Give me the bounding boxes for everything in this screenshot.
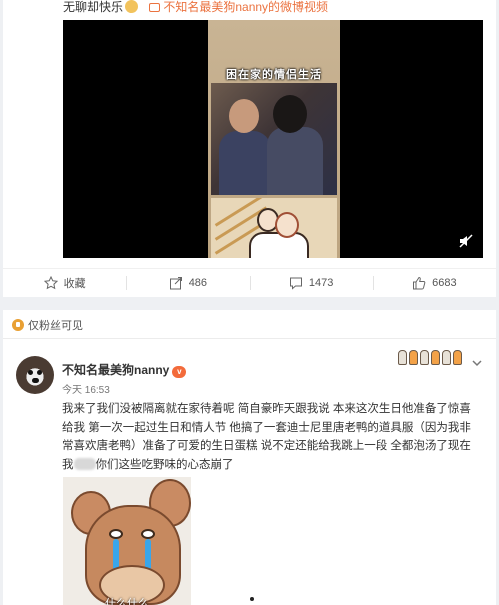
favorite-label: 收藏 [63, 277, 86, 290]
couple-illustration [211, 198, 337, 258]
post-timestamp[interactable]: 今天 16:53 [62, 381, 110, 396]
blurred-text [73, 457, 96, 470]
paw-icon [409, 350, 418, 365]
username-line: 不知名最美狗nanny v [62, 361, 187, 378]
top-post-text-line: 无聊却快乐 不知名最美狗nanny的微博视频 [63, 0, 328, 15]
paw-icon [453, 350, 462, 365]
video-player[interactable]: 困在家的情侣生活 [63, 20, 483, 258]
repost-count: 486 [188, 276, 208, 289]
avatar[interactable] [16, 356, 54, 394]
paw-icon [442, 350, 451, 365]
video-link-label: 不知名最美狗nanny的微博视频 [163, 0, 329, 14]
repost-icon [169, 276, 182, 289]
like-count: 6683 [432, 276, 457, 289]
paw-icon [420, 350, 429, 365]
decorative-paws [398, 350, 462, 365]
mute-icon[interactable] [459, 234, 473, 248]
repost-button[interactable]: 486 [126, 269, 249, 296]
second-post-card: 仅粉丝可见 不知名最美狗nanny v 今天 16:53 我来了我们没被隔离就在家… [3, 310, 496, 605]
like-button[interactable]: 6683 [372, 269, 496, 296]
paw-icon [398, 350, 407, 365]
video-frame: 困在家的情侣生活 [208, 20, 340, 258]
paw-icon [431, 350, 440, 365]
video-caption: 困在家的情侣生活 [226, 69, 322, 81]
meme-caption: 什么什么 [105, 598, 149, 605]
comment-icon [289, 277, 302, 290]
star-icon [43, 275, 58, 289]
lock-icon [12, 319, 24, 331]
divider [3, 338, 496, 339]
fans-only-label: 仅粉丝可见 [28, 320, 83, 332]
top-post-text-fragment: 无聊却快乐 [63, 0, 124, 14]
vip-badge: v [172, 366, 187, 378]
video-link[interactable]: 不知名最美狗nanny的微博视频 [149, 0, 328, 14]
chevron-down-icon[interactable] [472, 358, 482, 368]
top-post-card: 无聊却快乐 不知名最美狗nanny的微博视频 困在家的情侣生活 收藏 486 1… [3, 0, 496, 297]
carousel-dot [250, 597, 254, 601]
post-body: 我来了我们没被隔离就在家待着呢 简自豪昨天跟我说 本来这次生日他准备了惊喜给我 … [62, 400, 480, 474]
fans-only-notice: 仅粉丝可见 [12, 317, 83, 333]
like-icon [413, 276, 426, 289]
favorite-button[interactable]: 收藏 [3, 269, 126, 296]
username[interactable]: 不知名最美狗nanny [62, 363, 169, 377]
couple-photo [211, 83, 337, 195]
emoji-icon [125, 0, 139, 13]
post-image-meme[interactable]: 什么什么 [63, 477, 191, 605]
video-icon [149, 3, 161, 12]
action-bar: 收藏 486 1473 6683 [3, 268, 496, 296]
post-body-part2: 你们这些吃野味的心态崩了 [95, 458, 234, 471]
comment-count: 1473 [308, 276, 334, 289]
comment-button[interactable]: 1473 [249, 269, 373, 296]
